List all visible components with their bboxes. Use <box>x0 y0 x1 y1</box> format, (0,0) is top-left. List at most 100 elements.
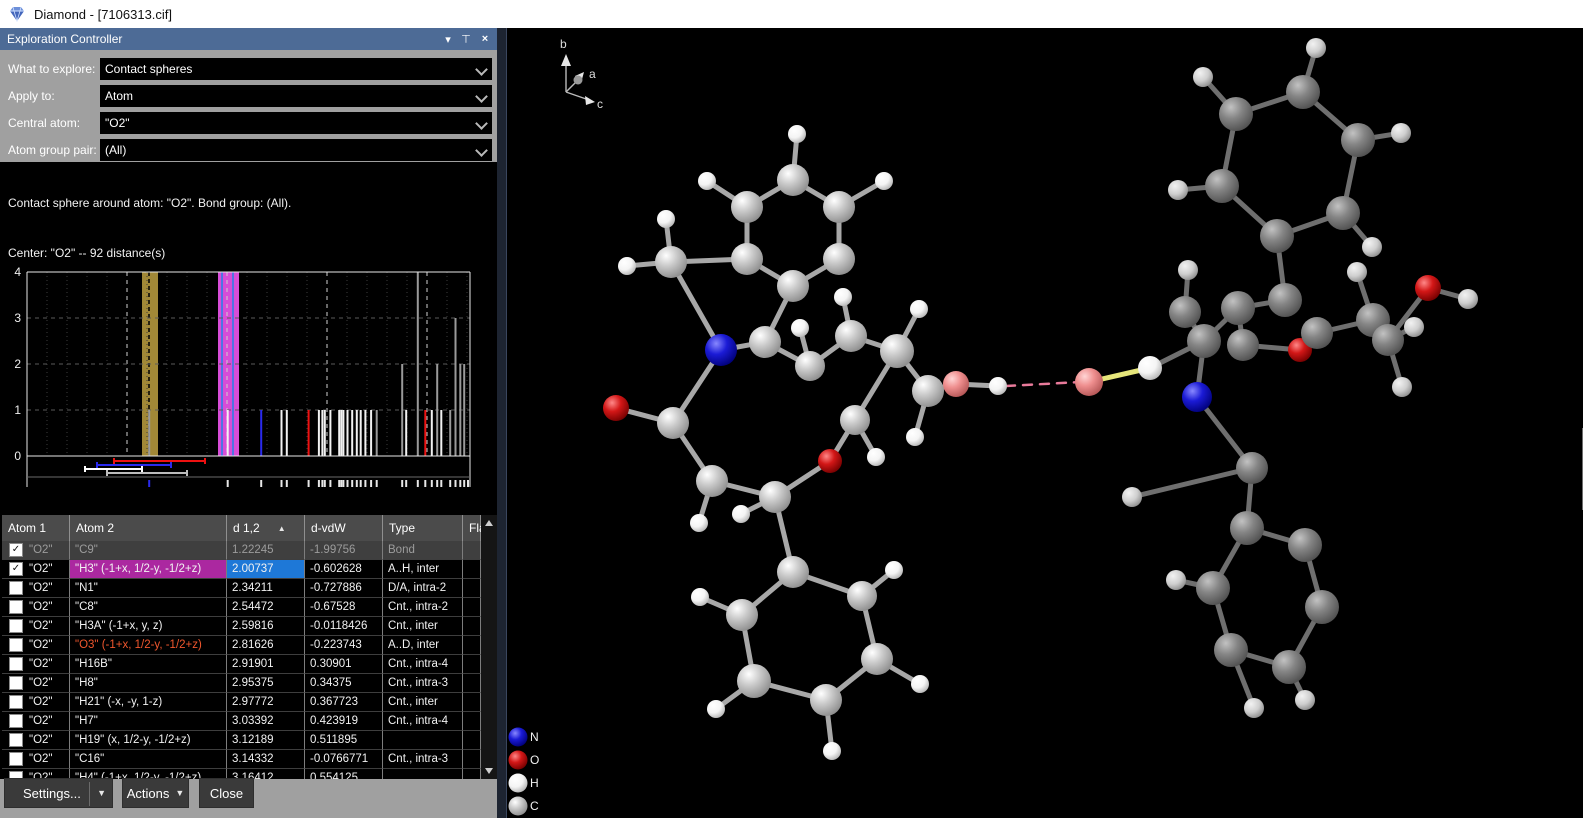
atom-H[interactable] <box>885 561 903 579</box>
atom-H[interactable] <box>691 588 709 606</box>
atom-H[interactable] <box>989 377 1007 395</box>
atom-H[interactable] <box>657 210 675 228</box>
atom-O[interactable] <box>603 395 629 421</box>
atom-C[interactable] <box>823 191 855 223</box>
distance-histogram[interactable]: 0123401234 <box>0 266 497 514</box>
row-checkbox[interactable] <box>9 657 23 671</box>
table-row[interactable]: "O2""H8"2.953750.34375Cnt., intra-3 <box>2 674 481 693</box>
column-header-type[interactable]: Type <box>383 515 463 541</box>
table-row[interactable]: ✓"O2""C9"1.22245-1.99756Bond <box>2 541 481 560</box>
atom-H[interactable] <box>732 505 750 523</box>
atom-H[interactable] <box>823 742 841 760</box>
atom-C[interactable] <box>777 556 809 588</box>
atom-C[interactable] <box>840 405 870 435</box>
column-header-atom-1[interactable]: Atom 1 <box>2 515 70 541</box>
atom-H[interactable] <box>707 700 725 718</box>
row-checkbox-checked[interactable]: ✓ <box>9 543 23 557</box>
atom-H[interactable] <box>1244 698 1264 718</box>
row-checkbox[interactable] <box>9 676 23 690</box>
table-row[interactable]: "O2""H7"3.033920.423919Cnt., intra-4 <box>2 712 481 731</box>
atom-H[interactable] <box>875 172 893 190</box>
atom-C[interactable] <box>823 243 855 275</box>
settings-dropdown-icon[interactable]: ▼ <box>97 788 106 798</box>
atom-H[interactable] <box>867 448 885 466</box>
what-to-explore-select[interactable]: Contact spheres <box>100 58 492 80</box>
atom-H[interactable] <box>1392 377 1412 397</box>
atom-C[interactable] <box>731 243 763 275</box>
atom-H[interactable] <box>1193 67 1213 87</box>
panel-header[interactable]: Exploration Controller ▾ ⊥ × <box>0 28 497 50</box>
atom-H[interactable] <box>1391 123 1411 143</box>
pin-icon[interactable]: ⊥ <box>457 28 475 50</box>
row-checkbox[interactable] <box>9 733 23 747</box>
vertical-scrollbar[interactable] <box>481 515 497 779</box>
column-header-fla[interactable]: Fla <box>463 515 481 541</box>
atom-C[interactable] <box>795 351 825 381</box>
atom-H[interactable] <box>1168 180 1188 200</box>
atom-C[interactable] <box>1288 528 1322 562</box>
atom-C[interactable] <box>1341 123 1375 157</box>
atom-C[interactable] <box>1227 329 1259 361</box>
table-row[interactable]: ✓"O2""H3" (-1+x, 1/2-y, -1/2+z)2.00737-0… <box>2 560 481 579</box>
atom-C[interactable] <box>1205 169 1239 203</box>
atom-C[interactable] <box>835 320 867 352</box>
table-row[interactable]: "O2""O3" (-1+x, 1/2-y, -1/2+z)2.81626-0.… <box>2 636 481 655</box>
atom-H[interactable] <box>618 257 636 275</box>
atom-C[interactable] <box>696 465 728 497</box>
row-checkbox[interactable] <box>9 619 23 633</box>
actions-button[interactable]: Actions ▼ <box>122 778 189 808</box>
row-checkbox-checked[interactable]: ✓ <box>9 562 23 576</box>
atom-H[interactable] <box>1295 690 1315 710</box>
atom-H[interactable] <box>834 288 852 306</box>
table-row[interactable]: "O2""H19" (x, 1/2-y, -1/2+z)3.121890.511… <box>2 731 481 750</box>
atom-C[interactable] <box>737 664 771 698</box>
atom-C[interactable] <box>657 407 689 439</box>
settings-button[interactable]: Settings... ▼ <box>4 778 113 808</box>
central-atom-select[interactable]: "O2" <box>100 112 492 134</box>
atom-N[interactable] <box>705 334 737 366</box>
atom-C[interactable] <box>1219 97 1253 131</box>
atom-C[interactable] <box>726 599 758 631</box>
atom-C[interactable] <box>1221 291 1255 325</box>
atom-H[interactable] <box>1458 289 1478 309</box>
row-checkbox[interactable] <box>9 714 23 728</box>
atom-C[interactable] <box>759 481 791 513</box>
atom-H[interactable] <box>1306 38 1326 58</box>
atom-C[interactable] <box>655 246 687 278</box>
atom-H[interactable] <box>1166 570 1186 590</box>
atom-C[interactable] <box>1326 196 1360 230</box>
column-header-d-1-2[interactable]: d 1,2▲ <box>227 515 305 541</box>
atom-O[interactable] <box>818 449 842 473</box>
atom-H[interactable] <box>1362 237 1382 257</box>
column-header-d-vdw[interactable]: d-vdW <box>305 515 383 541</box>
atom-H[interactable] <box>788 125 806 143</box>
table-row[interactable]: "O2""C8"2.54472-0.67528Cnt., intra-2 <box>2 598 481 617</box>
atom-C[interactable] <box>1187 324 1221 358</box>
atom-H[interactable] <box>690 514 708 532</box>
table-header[interactable]: Atom 1Atom 2d 1,2▲d-vdWTypeFla <box>2 515 481 541</box>
table-row[interactable]: "O2""H21" (-x, -y, 1-z)2.977720.367723Cn… <box>2 693 481 712</box>
atom-C[interactable] <box>1230 511 1264 545</box>
atom-C[interactable] <box>810 684 842 716</box>
atom-H[interactable] <box>906 428 924 446</box>
row-checkbox[interactable] <box>9 638 23 652</box>
atom-C[interactable] <box>880 334 914 368</box>
atom-H[interactable] <box>791 319 809 337</box>
atom-H[interactable] <box>1122 487 1142 507</box>
row-checkbox[interactable] <box>9 581 23 595</box>
atom-H[interactable] <box>911 675 929 693</box>
close-panel-icon[interactable]: × <box>476 28 494 50</box>
atom-C[interactable] <box>749 326 781 358</box>
table-row[interactable]: "O2""H16B"2.919010.30901Cnt., intra-4 <box>2 655 481 674</box>
atom-C[interactable] <box>1169 296 1201 328</box>
atom-C[interactable] <box>777 270 809 302</box>
atom-C[interactable] <box>1286 75 1320 109</box>
atom-H[interactable] <box>1138 356 1162 380</box>
atom-C[interactable] <box>1272 650 1306 684</box>
atom-H[interactable] <box>698 172 716 190</box>
structure-viewer-3d[interactable]: bac NOHC "O2" 0.01781(15), 0.24607(9), 0… <box>497 28 1583 818</box>
atom-O[interactable] <box>1415 275 1441 301</box>
table-row[interactable]: "O2""H3A" (-1+x, y, z)2.59816-0.0118426C… <box>2 617 481 636</box>
atom-C[interactable] <box>1268 283 1302 317</box>
table-row[interactable]: "O2""C16"3.14332-0.0766771Cnt., intra-3 <box>2 750 481 769</box>
